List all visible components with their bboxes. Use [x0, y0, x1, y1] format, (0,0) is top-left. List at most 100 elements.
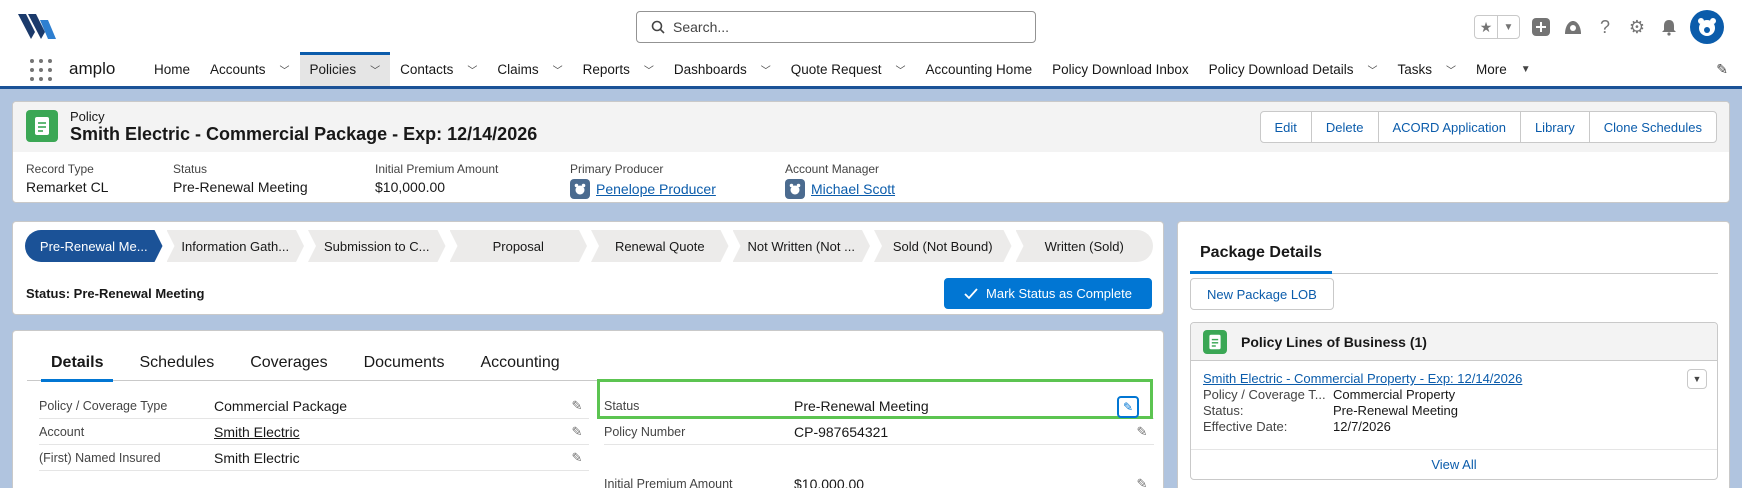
- pencil-icon[interactable]: ✎: [569, 450, 585, 466]
- view-all-link[interactable]: View All: [1191, 449, 1717, 479]
- status-path: Pre-Renewal Me... Information Gath... Su…: [12, 221, 1164, 315]
- tab-documents[interactable]: Documents: [352, 345, 469, 381]
- add-icon[interactable]: [1530, 16, 1552, 38]
- highlight-status: Status Pre-Renewal Meeting: [173, 162, 308, 195]
- library-button[interactable]: Library: [1519, 111, 1590, 143]
- delete-button[interactable]: Delete: [1310, 111, 1379, 143]
- field-policy-number: Policy Number CP-987654321 ✎: [604, 419, 1154, 445]
- chevron-down-icon[interactable]: ﹀: [761, 62, 771, 77]
- policy-lines-card: Policy Lines of Business (1) Smith Elect…: [1190, 322, 1718, 480]
- nav-tab-reports[interactable]: Reports ﹀: [573, 52, 664, 86]
- gear-icon[interactable]: ⚙: [1626, 16, 1648, 38]
- chevron-down-icon[interactable]: ﹀: [553, 62, 563, 77]
- nav-tab-policies[interactable]: Policies ﹀: [299, 52, 391, 86]
- amplo-logo[interactable]: [18, 12, 56, 40]
- app-name: amplo: [69, 59, 116, 78]
- nav-tab-tasks[interactable]: Tasks ﹀: [1387, 52, 1466, 86]
- object-label: Policy: [70, 109, 105, 124]
- search-input[interactable]: [673, 19, 1013, 35]
- trailhead-icon[interactable]: [1562, 16, 1584, 38]
- favorites-control[interactable]: ★ ▼: [1474, 15, 1520, 39]
- highlight-initial-premium: Initial Premium Amount $10,000.00: [375, 162, 499, 195]
- chevron-down-icon[interactable]: ﹀: [467, 62, 477, 77]
- card-title: Policy Lines of Business (1): [1241, 333, 1427, 350]
- nav-tab-contacts[interactable]: Contacts ﹀: [390, 52, 487, 86]
- mark-status-complete-button[interactable]: Mark Status as Complete: [944, 278, 1152, 309]
- field-policy-coverage-type: Policy / Coverage Type Commercial Packag…: [39, 393, 589, 419]
- chevron-down-icon[interactable]: ﹀: [644, 62, 654, 77]
- chevron-down-icon[interactable]: ﹀: [896, 62, 906, 77]
- highlight-primary-producer: Primary Producer Penelope Producer: [570, 162, 716, 199]
- edit-nav-pencil-icon[interactable]: ✎: [1716, 61, 1728, 78]
- field-account: Account Smith Electric ✎: [39, 419, 589, 445]
- tab-details[interactable]: Details: [27, 345, 127, 382]
- tab-package-details[interactable]: Package Details: [1190, 238, 1718, 274]
- row-actions-chevron-icon[interactable]: ▼: [1687, 369, 1707, 389]
- detail-tabs: Details Schedules Coverages Documents Ac…: [27, 345, 1151, 382]
- acord-application-button[interactable]: ACORD Application: [1377, 111, 1521, 143]
- chevron-down-icon[interactable]: ▼: [1497, 16, 1519, 38]
- search-icon: [651, 20, 665, 34]
- avatar[interactable]: [1690, 10, 1724, 44]
- path-stage[interactable]: Pre-Renewal Me...: [25, 230, 163, 262]
- record-actions: Edit Delete ACORD Application Library Cl…: [1259, 111, 1717, 143]
- chevron-down-icon[interactable]: ﹀: [370, 62, 380, 77]
- status-field-highlight: [597, 379, 1153, 419]
- path-stage[interactable]: Proposal: [450, 230, 588, 262]
- user-icon: [785, 179, 805, 199]
- chevron-down-icon[interactable]: ﹀: [1367, 62, 1377, 77]
- path-stage[interactable]: Not Written (Not ...: [733, 230, 871, 262]
- edit-status-pencil-icon[interactable]: ✎: [1117, 396, 1139, 418]
- highlight-account-manager: Account Manager Michael Scott: [785, 162, 896, 199]
- path-stage[interactable]: Renewal Quote: [591, 230, 729, 262]
- caret-down-icon[interactable]: ▼: [1521, 64, 1531, 75]
- chevron-down-icon[interactable]: ﹀: [1446, 62, 1456, 77]
- nav-tab-accounts[interactable]: Accounts ﹀: [200, 52, 300, 86]
- path-stage[interactable]: Submission to C...: [308, 230, 446, 262]
- global-header: ★ ▼ ? ⚙: [0, 0, 1742, 52]
- path-stage[interactable]: Information Gath...: [167, 230, 305, 262]
- help-icon[interactable]: ?: [1594, 16, 1616, 38]
- package-details-panel: Package Details New Package LOB Policy L…: [1177, 221, 1730, 488]
- path-stage[interactable]: Written (Sold): [1015, 230, 1153, 262]
- highlight-record-type: Record Type Remarket CL: [26, 162, 109, 195]
- nav-tab-dashboards[interactable]: Dashboards ﹀: [664, 52, 781, 86]
- policy-object-icon: [26, 110, 58, 142]
- account-manager-link[interactable]: Michael Scott: [811, 181, 895, 197]
- field-initial-premium: Initial Premium Amount $10,000.00 ✎: [604, 471, 1154, 488]
- nav-tab-accounting-home[interactable]: Accounting Home: [916, 52, 1043, 86]
- pencil-icon[interactable]: ✎: [569, 398, 585, 414]
- page-title: Smith Electric - Commercial Package - Ex…: [70, 124, 538, 144]
- check-icon: [964, 287, 978, 299]
- field-named-insured: (First) Named Insured Smith Electric ✎: [39, 445, 589, 471]
- user-icon: [570, 179, 590, 199]
- nav-tab-home[interactable]: Home: [144, 52, 200, 86]
- tab-schedules[interactable]: Schedules: [127, 345, 238, 381]
- nav-tab-more[interactable]: More ▼: [1466, 52, 1541, 86]
- pencil-icon[interactable]: ✎: [569, 424, 585, 440]
- nav-tab-policy-download-inbox[interactable]: Policy Download Inbox: [1042, 52, 1199, 86]
- path-stage[interactable]: Sold (Not Bound): [874, 230, 1012, 262]
- path-status-text: Status: Pre-Renewal Meeting: [26, 286, 205, 301]
- bell-icon[interactable]: [1658, 16, 1680, 38]
- record-header: Policy Smith Electric - Commercial Packa…: [12, 101, 1730, 203]
- app-launcher-icon[interactable]: [30, 59, 52, 81]
- primary-producer-link[interactable]: Penelope Producer: [596, 181, 716, 197]
- nav-tab-policy-download-details[interactable]: Policy Download Details ﹀: [1199, 52, 1388, 86]
- chevron-down-icon[interactable]: ﹀: [280, 62, 290, 77]
- lob-record-link[interactable]: Smith Electric - Commercial Property - E…: [1203, 371, 1522, 386]
- new-package-lob-button[interactable]: New Package LOB: [1190, 278, 1334, 310]
- nav-tab-quote-request[interactable]: Quote Request ﹀: [781, 52, 916, 86]
- global-search[interactable]: [636, 11, 1036, 43]
- star-icon[interactable]: ★: [1475, 16, 1497, 38]
- clone-schedules-button[interactable]: Clone Schedules: [1588, 111, 1717, 143]
- app-navigation: amplo Home Accounts ﹀ Policies ﹀ Contacts ﹀…: [0, 52, 1742, 89]
- account-link[interactable]: Smith Electric: [214, 424, 300, 440]
- pencil-icon[interactable]: ✎: [1134, 424, 1150, 440]
- pencil-icon[interactable]: ✎: [1134, 476, 1150, 488]
- policy-object-icon: [1203, 329, 1227, 354]
- edit-button[interactable]: Edit: [1259, 111, 1312, 143]
- nav-tab-claims[interactable]: Claims ﹀: [487, 52, 572, 86]
- tab-coverages[interactable]: Coverages: [238, 345, 351, 381]
- tab-accounting[interactable]: Accounting: [468, 345, 583, 381]
